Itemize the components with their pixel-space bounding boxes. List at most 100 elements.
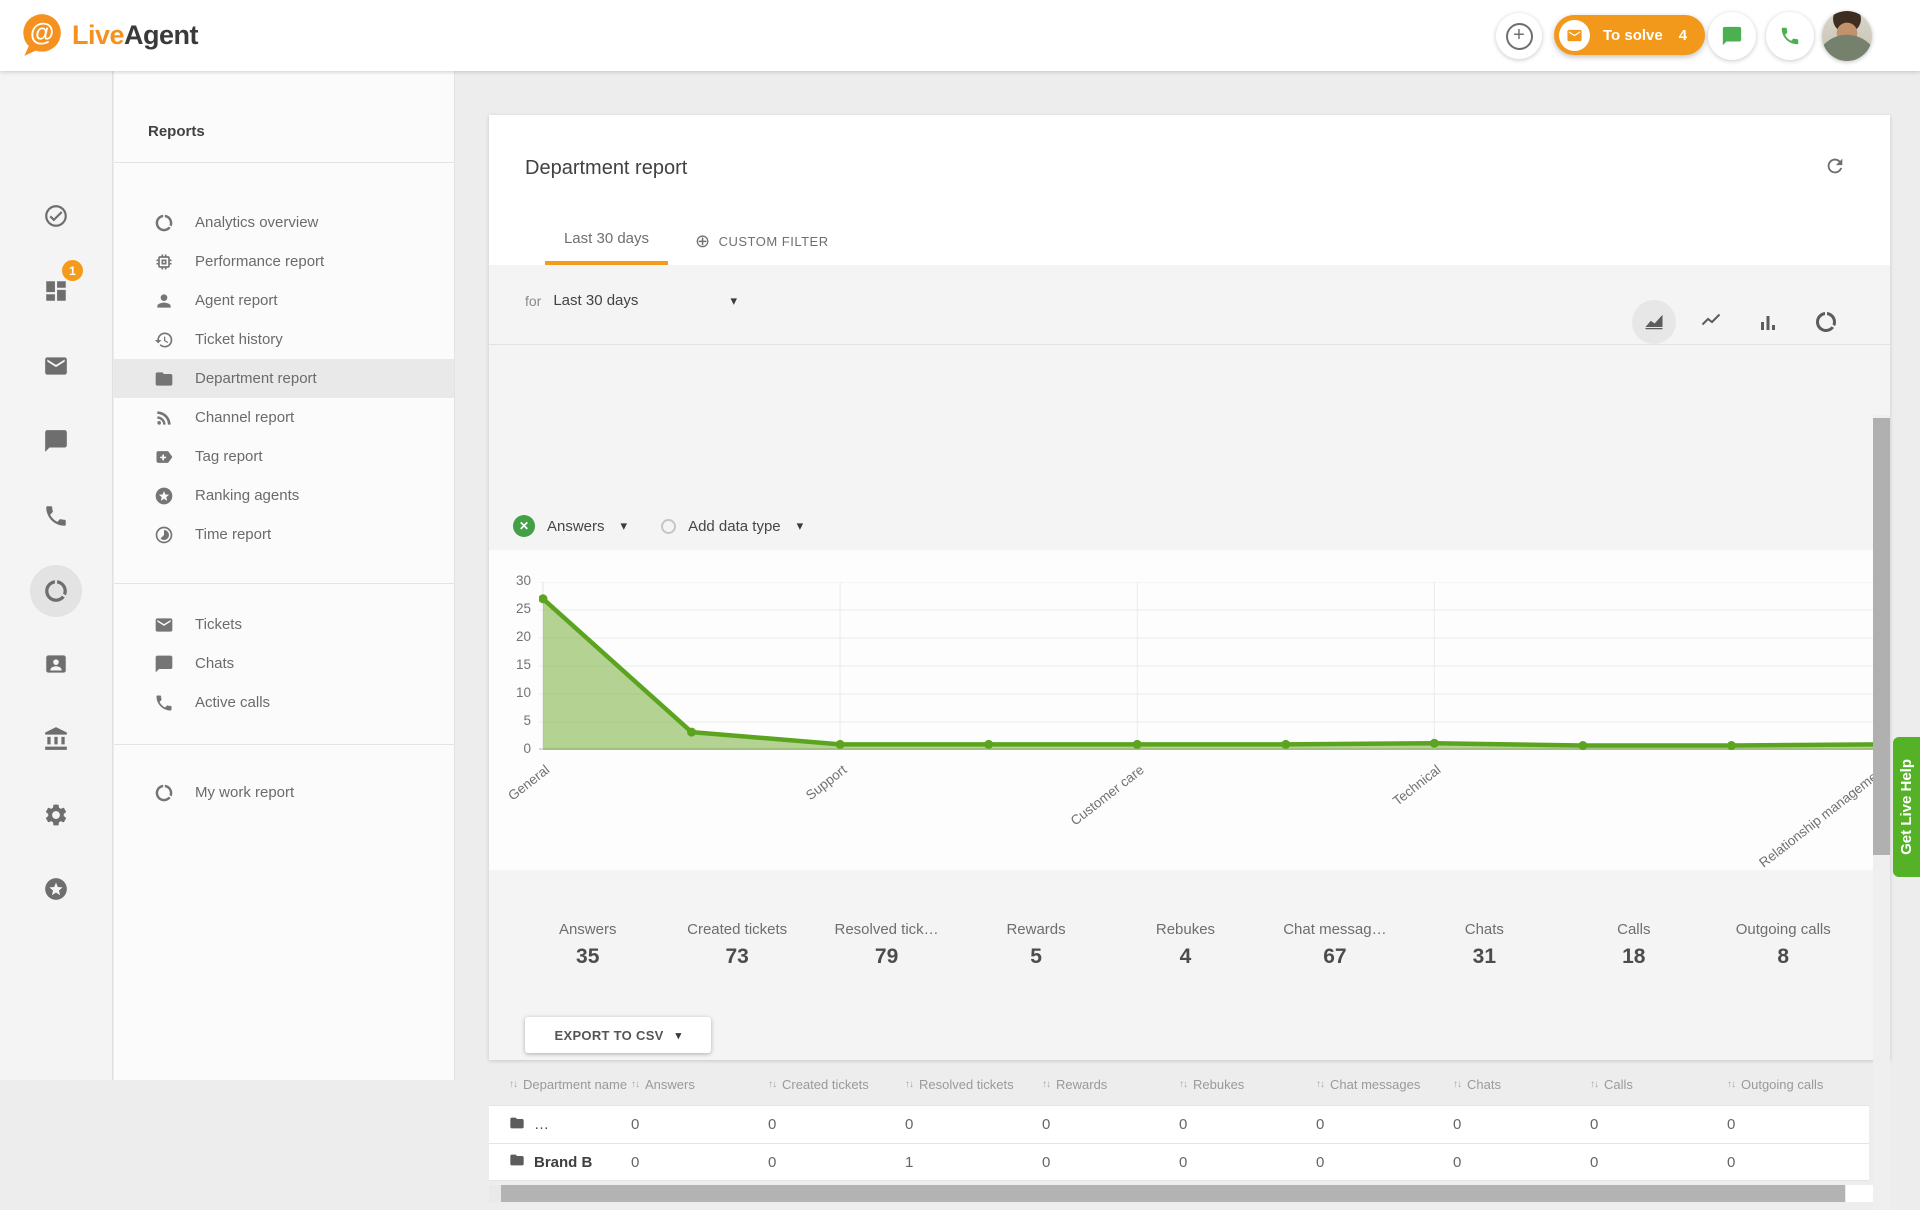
column-answers[interactable]: Answers	[631, 1077, 768, 1092]
sidebar-item-agent-report[interactable]: Agent report	[114, 281, 454, 320]
top-header: @ LiveAgent To solve 4	[0, 0, 1920, 71]
sidebar-item-tag-report[interactable]: Tag report	[114, 437, 454, 476]
column-created-tickets[interactable]: Created tickets	[768, 1077, 905, 1092]
column-chat-messages[interactable]: Chat messages	[1316, 1077, 1453, 1092]
column-outgoing-calls[interactable]: Outgoing calls	[1727, 1077, 1864, 1092]
report-header: Department report Last 30 days CUSTOM FI…	[489, 115, 1890, 265]
stat-chat-messages: Chat messag…67	[1260, 913, 1409, 969]
tab-custom-filter[interactable]: CUSTOM FILTER	[695, 231, 829, 252]
phone-icon	[1779, 25, 1801, 47]
tab-last-30-days[interactable]: Last 30 days	[545, 217, 668, 265]
export-to-csv-button[interactable]: EXPORT TO CSV	[525, 1017, 711, 1053]
answers-area-chart[interactable]	[539, 582, 1884, 750]
mail-icon	[1566, 27, 1583, 44]
pie-chart-toggle[interactable]	[1804, 300, 1848, 344]
rail-tasks-button[interactable]	[34, 194, 78, 238]
rail-tickets-button[interactable]	[34, 344, 78, 388]
svg-text:@: @	[30, 19, 54, 47]
column-chats[interactable]: Chats	[1453, 1077, 1590, 1092]
sidebar-item-time-report[interactable]: Time report	[114, 515, 454, 554]
report-card: Department report Last 30 days CUSTOM FI…	[489, 115, 1890, 1060]
sidebar-item-active-calls[interactable]: Active calls	[114, 683, 454, 722]
reports-menu: Analytics overview Performance report Ag…	[114, 203, 454, 554]
x-tick-label: Support	[803, 762, 850, 803]
vertical-scrollbar[interactable]	[1873, 415, 1890, 1210]
y-tick-label: 25	[489, 601, 531, 616]
rail-chats-button[interactable]	[34, 419, 78, 463]
rail-reports-button[interactable]	[30, 565, 82, 617]
add-new-button[interactable]	[1496, 13, 1542, 59]
column-rewards[interactable]: Rewards	[1042, 1077, 1179, 1092]
sort-icon	[509, 1079, 517, 1090]
chat-bubble-icon	[154, 654, 174, 674]
table-row[interactable]: Brand B 0 0 1 0 0 0 0 0 0	[489, 1143, 1869, 1181]
start-call-button[interactable]	[1766, 12, 1814, 60]
column-resolved-tickets[interactable]: Resolved tickets	[905, 1077, 1042, 1092]
liveagent-logo[interactable]: @ LiveAgent	[16, 10, 198, 60]
report-tabs: Last 30 days CUSTOM FILTER	[489, 217, 829, 265]
user-avatar[interactable]	[1822, 11, 1872, 61]
rail-gamification-button[interactable]	[34, 867, 78, 911]
page-title: Department report	[525, 157, 687, 180]
reports-sidebar: Reports Analytics overview Performance r…	[114, 71, 455, 1080]
refresh-report-button[interactable]	[1824, 155, 1846, 177]
shortcuts-menu: Tickets Chats Active calls	[114, 605, 454, 722]
sidebar-item-department-report[interactable]: Department report	[114, 359, 454, 398]
sidebar-item-tickets[interactable]: Tickets	[114, 605, 454, 644]
add-data-type-label[interactable]: Add data type	[688, 518, 781, 535]
horizontal-scrollbar-thumb[interactable]	[501, 1185, 1845, 1202]
chevron-down-icon[interactable]	[797, 518, 804, 534]
chevron-down-icon[interactable]	[621, 518, 628, 534]
column-calls[interactable]: Calls	[1590, 1077, 1727, 1092]
bank-icon	[43, 726, 69, 752]
analytics-donut-icon	[154, 213, 174, 233]
rail-contacts-button[interactable]	[34, 642, 78, 686]
phone-icon	[43, 503, 69, 529]
sort-icon	[1042, 1079, 1050, 1090]
to-solve-button[interactable]: To solve 4	[1554, 15, 1705, 55]
chevron-down-icon	[676, 1029, 682, 1042]
rail-calls-button[interactable]	[34, 494, 78, 538]
mail-icon	[43, 353, 69, 379]
get-live-help-tab[interactable]: Get Live Help	[1893, 737, 1920, 877]
table-row[interactable]: … 0 0 0 0 0 0 0 0 0	[489, 1105, 1869, 1143]
chip-icon	[154, 252, 174, 272]
column-rebukes[interactable]: Rebukes	[1179, 1077, 1316, 1092]
sort-icon	[1453, 1079, 1461, 1090]
vertical-scrollbar-thumb[interactable]	[1873, 418, 1890, 855]
envelope-circle	[1559, 20, 1590, 51]
sidebar-item-performance-report[interactable]: Performance report	[114, 242, 454, 281]
remove-series-icon[interactable]	[513, 515, 535, 537]
folder-icon	[509, 1115, 525, 1135]
person-icon	[154, 291, 174, 311]
sidebar-item-chats[interactable]: Chats	[114, 644, 454, 683]
chevron-down-icon	[730, 293, 737, 309]
y-tick-label: 0	[489, 741, 531, 756]
y-tick-label: 5	[489, 713, 531, 728]
folder-icon	[154, 369, 174, 389]
sidebar-item-my-work-report[interactable]: My work report	[114, 773, 454, 812]
gear-icon	[43, 802, 69, 828]
chat-bubble-icon	[43, 428, 69, 454]
start-chat-button[interactable]	[1708, 12, 1756, 60]
sidebar-item-analytics-overview[interactable]: Analytics overview	[114, 203, 454, 242]
rss-icon	[154, 408, 174, 428]
line-chart-toggle[interactable]	[1689, 300, 1733, 344]
sidebar-item-ranking-agents[interactable]: Ranking agents	[114, 476, 454, 515]
area-chart-toggle[interactable]	[1632, 300, 1676, 344]
date-range-select[interactable]: for Last 30 days	[525, 292, 737, 309]
phone-icon	[154, 693, 174, 713]
sort-icon	[1727, 1079, 1735, 1090]
timelapse-icon	[154, 525, 174, 545]
sidebar-item-ticket-history[interactable]: Ticket history	[114, 320, 454, 359]
plus-circle-icon	[695, 231, 711, 252]
report-body: for Last 30 days Answe	[489, 265, 1890, 1060]
column-department-name[interactable]: Department name	[509, 1077, 631, 1092]
rail-settings-button[interactable]	[34, 793, 78, 837]
horizontal-scrollbar[interactable]	[489, 1185, 1890, 1202]
department-table: Department name Answers Created tickets …	[489, 1063, 1869, 1181]
bar-chart-toggle[interactable]	[1746, 300, 1790, 344]
rail-company-button[interactable]	[34, 717, 78, 761]
sort-icon	[768, 1079, 776, 1090]
sidebar-item-channel-report[interactable]: Channel report	[114, 398, 454, 437]
